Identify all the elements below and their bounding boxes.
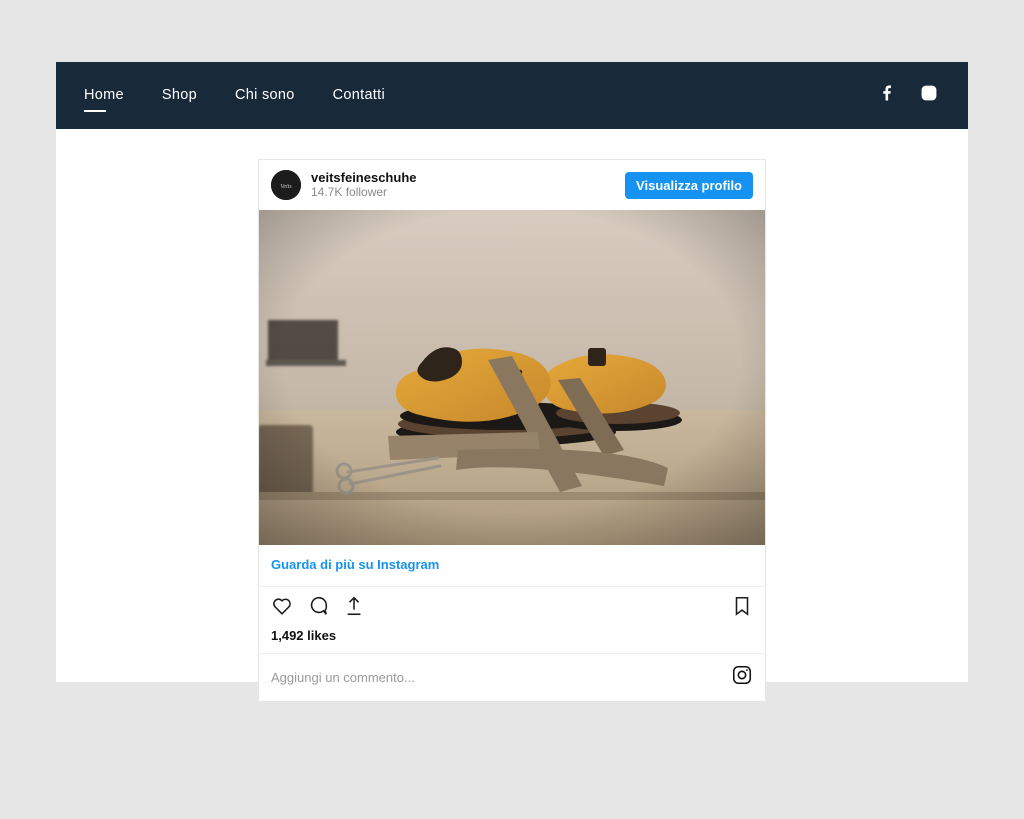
instagram-logo-icon[interactable]: [731, 664, 753, 691]
navbar: Home Shop Chi sono Contatti: [56, 62, 968, 129]
instagram-embed: Veits veitsfeineschuhe 14.7K follower Vi…: [258, 159, 766, 702]
ig-avatar[interactable]: Veits: [271, 170, 301, 200]
content-area: Veits veitsfeineschuhe 14.7K follower Vi…: [56, 129, 968, 702]
ig-actions: [259, 586, 765, 626]
ig-username[interactable]: veitsfeineschuhe: [311, 171, 417, 186]
ig-post-image[interactable]: [259, 210, 765, 545]
ig-likes[interactable]: 1,492 likes: [259, 626, 765, 653]
comment-icon[interactable]: [307, 595, 329, 622]
ig-user-block: veitsfeineschuhe 14.7K follower: [311, 171, 417, 200]
nav-contatti[interactable]: Contatti: [333, 87, 385, 105]
ig-comment-row: [259, 653, 765, 701]
svg-text:Veits: Veits: [280, 184, 292, 190]
heart-icon[interactable]: [271, 595, 293, 622]
see-more-link[interactable]: Guarda di più su Instagram: [271, 557, 439, 572]
facebook-icon[interactable]: [878, 84, 896, 107]
ig-followers: 14.7K follower: [311, 186, 417, 200]
nav-links: Home Shop Chi sono Contatti: [84, 87, 385, 105]
nav-home[interactable]: Home: [84, 87, 124, 105]
ig-header: Veits veitsfeineschuhe 14.7K follower Vi…: [259, 160, 765, 210]
share-icon[interactable]: [343, 595, 365, 622]
ig-see-more: Guarda di più su Instagram: [259, 545, 765, 586]
view-profile-button[interactable]: Visualizza profilo: [625, 172, 753, 199]
comment-input[interactable]: [271, 670, 731, 685]
bookmark-icon[interactable]: [731, 604, 753, 621]
page-container: Home Shop Chi sono Contatti Veits: [56, 62, 968, 682]
instagram-icon[interactable]: [920, 84, 938, 107]
nav-shop[interactable]: Shop: [162, 87, 197, 105]
nav-chi-sono[interactable]: Chi sono: [235, 87, 295, 105]
nav-social-icons: [878, 84, 938, 107]
